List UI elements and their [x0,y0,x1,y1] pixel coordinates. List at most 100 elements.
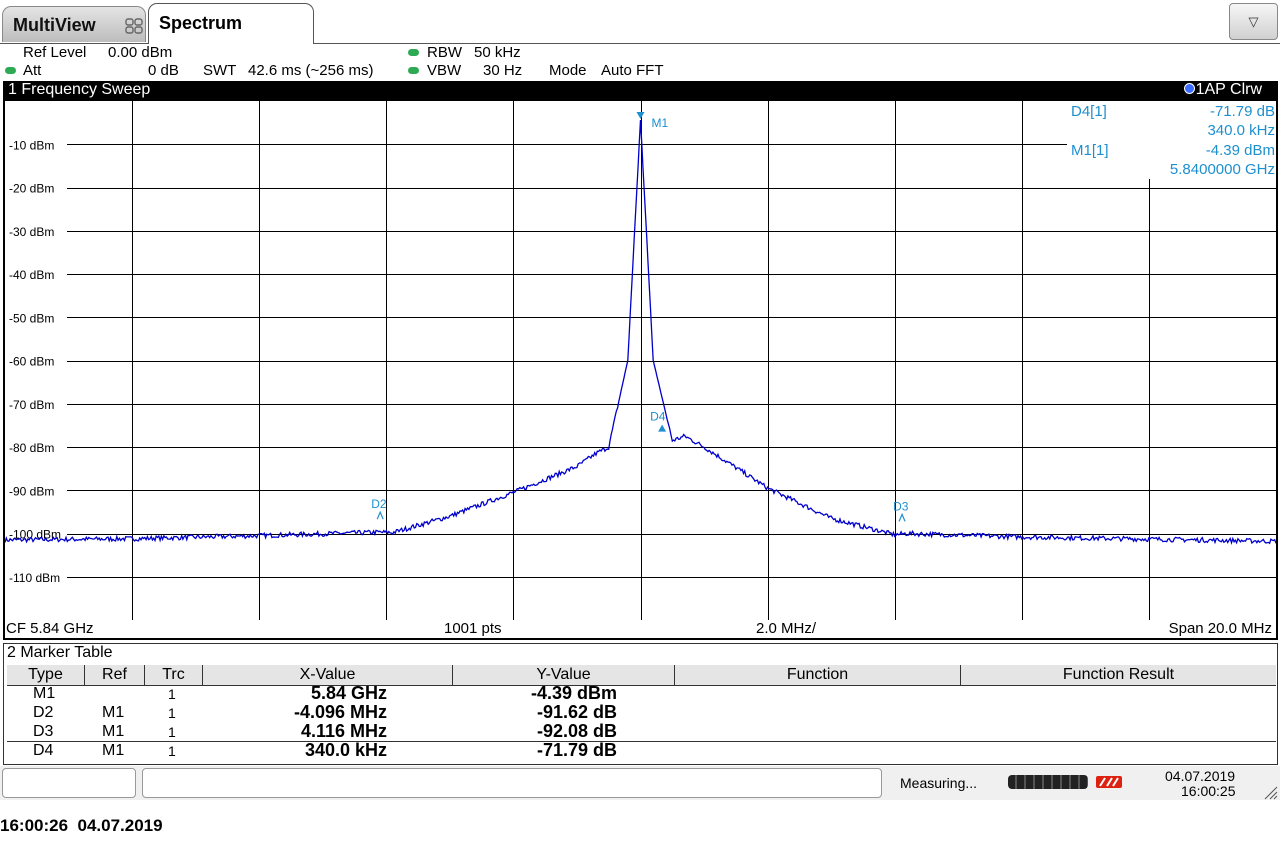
marker-info-value: -71.79 dB [1210,103,1275,120]
cell-trc: 1 [168,724,176,740]
marker-info-label: M1[1] [1071,142,1109,159]
marker-info-value: 5.8400000 GHz [1170,161,1275,178]
y-tick-label: -10 dBm [9,138,54,152]
marker-table-title: 2 Marker Table [7,644,113,661]
cell-ref: M1 [102,742,125,759]
cell-y-value: -92.08 dB [536,721,617,741]
y-tick-labels: -10 dBm -20 dBm -30 dBm -40 dBm -50 dBm -60 d… [9,138,61,585]
cell-ref: M1 [102,704,125,721]
marker-d3-glyph [898,512,906,522]
marker-info-value: 340.0 kHz [1207,122,1275,139]
swt-value[interactable]: 42.6 ms (~256 ms) [248,62,373,79]
status-time: 16:00:25 [1181,783,1236,799]
rbw-label: RBW [427,44,462,61]
y-tick-label: -30 dBm [9,225,54,239]
cell-type: D4 [33,742,54,759]
y-tick-label: -80 dBm [9,441,54,455]
marker-info-panel: D4[1] -71.79 dB 340.0 kHz M1[1] -4.39 dBm 5.8… [1067,101,1276,179]
bottom-timestamp: 16:00:26 04.07.2019 [0,816,163,835]
trace-label: 1AP Clrw [1195,81,1262,98]
chevron-down-icon: ▽ [1248,13,1259,29]
tab-multiview[interactable]: MultiView [2,6,146,42]
marker-table [3,643,1278,765]
cell-ref: M1 [102,723,125,740]
ref-level-value[interactable]: 0.00 dBm [108,44,172,61]
marker-d4-tag: D4 [650,410,666,424]
cell-trc: 1 [168,743,176,759]
cell-trc: 1 [168,686,176,702]
cell-y-value: -71.79 dB [536,740,617,760]
diagram-title: 1 Frequency Sweep [8,81,151,98]
marker-glyphs: M1 D2 D3 D4 [371,111,909,522]
marker-d2-tag: D2 [371,497,387,511]
cell-x-value: 4.116 MHz [300,721,387,741]
y-tick-label: -70 dBm [9,398,54,412]
tab-multiview-label: MultiView [13,15,96,35]
spectrum-trace [5,119,1276,546]
cell-type: D3 [33,723,54,740]
col-header-ref: Ref [85,665,145,685]
cell-x-value: 340.0 kHz [304,740,387,760]
col-header-y-value: Y-Value [453,665,675,685]
col-header-x-value: X-Value [203,665,453,685]
sweep-points[interactable]: 1001 pts [444,620,502,637]
cell-x-value: -4.096 MHz [293,702,387,722]
mode-label: Mode [549,62,587,79]
vbw-status-dot [408,67,419,74]
swt-label: SWT [203,62,237,79]
cell-y-value: -91.62 dB [536,702,617,722]
cell-type: M1 [33,685,56,702]
att-status-dot [5,67,16,74]
cell-y-value: -4.39 dBm [530,683,617,703]
spectrum-plot[interactable]: -10 dBm -20 dBm -30 dBm -40 dBm -50 dBm -60 d… [5,101,1276,620]
tab-spectrum[interactable]: Spectrum [148,3,314,44]
diagram-footer: CF 5.84 GHz 1001 pts 2.0 MHz/ Span 20.0 … [3,620,1278,640]
y-tick-label: -50 dBm [9,311,54,325]
rs-logo-icon [1096,776,1122,788]
marker-d3-tag: D3 [893,499,909,513]
progress-bar [1008,775,1088,789]
dropdown-button[interactable]: ▽ [1229,3,1278,40]
col-header-function: Function [675,665,961,685]
cell-trc: 1 [168,705,176,721]
mode-value[interactable]: Auto FFT [601,62,664,79]
division-width: 2.0 MHz/ [756,620,817,637]
y-tick-label: -110 dBm [9,571,60,585]
status-message-field[interactable] [142,768,882,798]
tab-spectrum-label: Spectrum [159,13,243,33]
marker-info-label: D4[1] [1071,103,1107,120]
cell-x-value: 5.84 GHz [310,683,387,703]
center-frequency[interactable]: CF 5.84 GHz [6,620,94,637]
marker-m1-glyph [636,111,645,119]
y-tick-label: -20 dBm [9,182,54,196]
att-value[interactable]: 0 dB [148,62,179,79]
ref-level-label: Ref Level [23,44,87,61]
measuring-status: Measuring... [900,775,978,791]
cell-type: D2 [33,704,54,721]
marker-d2-glyph [376,510,384,520]
rbw-status-dot [408,49,419,56]
table-row-line [7,741,1276,742]
col-header-trc: Trc [145,665,203,685]
marker-info-value: -4.39 dBm [1206,142,1275,159]
marker-d4-glyph [658,424,667,432]
att-label: Att [23,62,42,79]
diagram-title-bar: 1 Frequency Sweep 1AP Clrw [3,81,1278,101]
trace-dot-icon [1183,83,1195,94]
col-header-type: Type [7,665,85,685]
y-tick-label: -40 dBm [9,268,54,282]
vbw-label: VBW [427,62,462,79]
status-field-1[interactable] [2,768,136,798]
table-header-line [7,685,1276,686]
trace-indicator[interactable]: 1AP Clrw [1183,81,1262,99]
status-date: 04.07.2019 [1165,768,1236,784]
col-header-function-result: Function Result [961,665,1276,685]
vbw-value[interactable]: 30 Hz [483,62,522,79]
marker-m1-tag: M1 [652,116,669,130]
span[interactable]: Span 20.0 MHz [1169,620,1272,637]
multiview-grid-icon [125,18,143,34]
y-tick-label: -60 dBm [9,355,54,369]
resize-grip-icon [1264,786,1278,800]
y-tick-label: -90 dBm [9,484,54,498]
rbw-value[interactable]: 50 kHz [474,44,521,61]
